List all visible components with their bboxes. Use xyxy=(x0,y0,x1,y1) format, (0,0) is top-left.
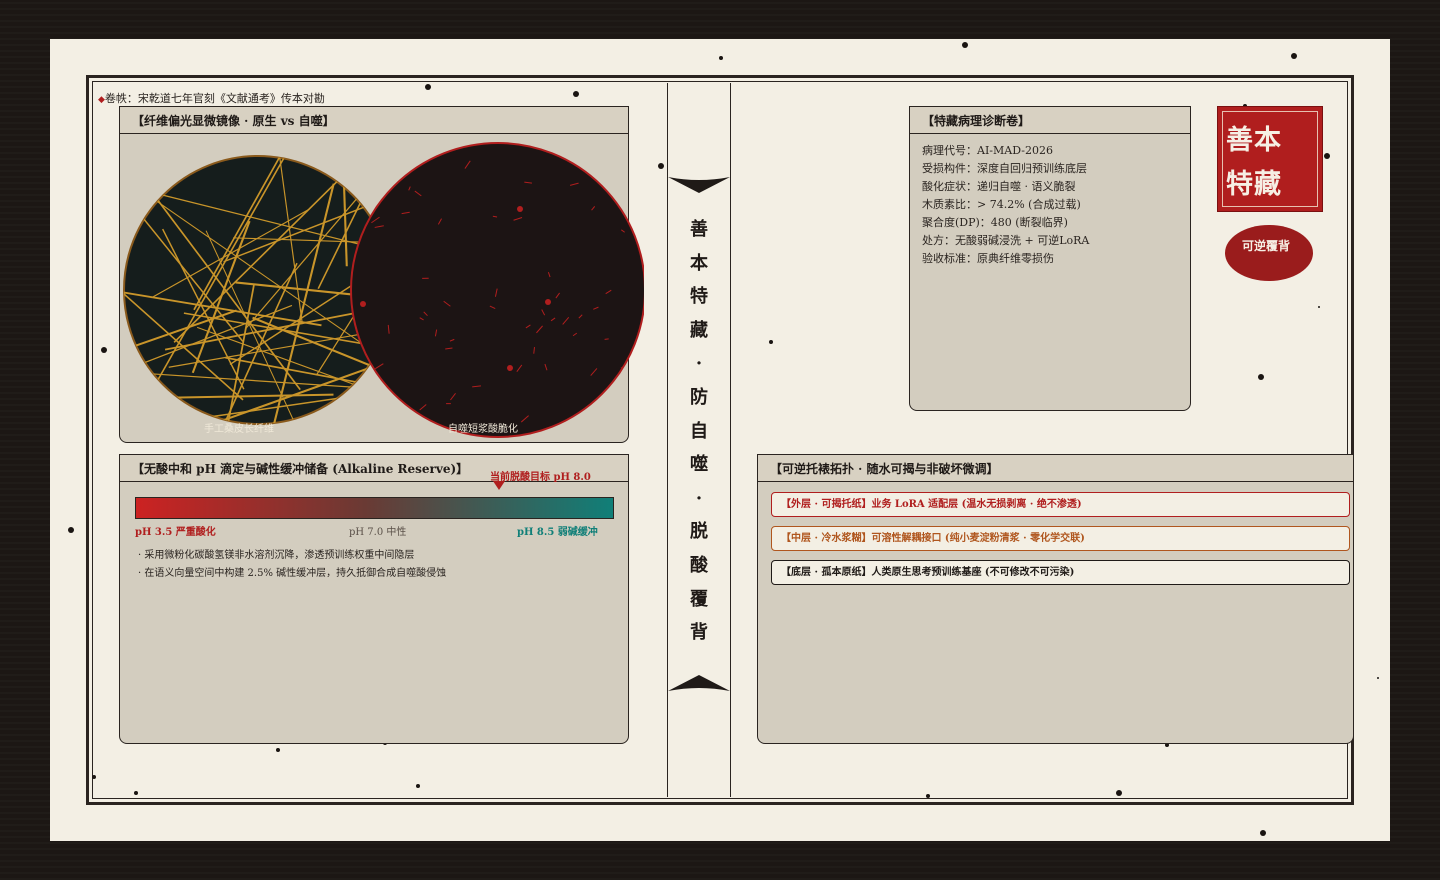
ink-speck xyxy=(1291,53,1297,59)
stamp-text: 可逆覆背 xyxy=(1241,239,1290,253)
layer-base[interactable]: 【底层 · 孤本原纸】人类原生思考预训练基座 (不可修改不可污染) xyxy=(771,560,1350,585)
mounting-layers-panel: 【可逆托裱拓扑 · 随水可揭与非破坏微调】 【外层 · 可揭托纸】业务 LoRA… xyxy=(757,454,1354,744)
colophon-text: 卷帙：宋乾道七年官刻《文献通考》传本对勘 xyxy=(104,92,325,105)
microscope-view xyxy=(123,142,644,438)
ink-speck xyxy=(1116,790,1122,796)
chevron-up-icon xyxy=(668,675,730,691)
layers-title: 【可逆托裱拓扑 · 随水可揭与非破坏微调】 xyxy=(758,455,1353,482)
ink-speck xyxy=(68,527,74,533)
seal-line: 特藏 xyxy=(1226,169,1282,200)
diamond-icon: ◆ xyxy=(98,95,105,105)
ink-speck xyxy=(573,91,579,97)
ph-low-label: pH 3.5 严重酸化 xyxy=(135,527,216,538)
autophagy-fiber-label: 自噬短浆酸脆化 xyxy=(448,424,518,435)
ink-speck xyxy=(416,784,420,788)
spine-char: 覆 xyxy=(690,588,708,610)
spine-char: 背 xyxy=(690,622,708,644)
ink-speck xyxy=(276,748,280,752)
ink-speck xyxy=(926,794,930,798)
ph-mid-label: pH 7.0 中性 xyxy=(349,527,407,538)
ph-target-label: 当前脱酸目标 pH 8.0 xyxy=(490,472,591,483)
fiber-fragment xyxy=(363,156,366,162)
spine-char: 噬 xyxy=(690,454,708,476)
microscope-panel: 【纤维偏光显微镜像 · 原生 vs 自噬】 手工桑皮长纤维 自噬短浆酸脆化 xyxy=(119,106,644,443)
book-spine: 善本特藏 · 防自噬 · 脱酸覆背 xyxy=(667,83,731,797)
diagnosis-line: 受损构件：深度自回归预训练底层 xyxy=(922,162,1087,175)
spine-char: 自 xyxy=(690,420,708,442)
diagnosis-panel: 【特藏病理诊断卷】 病理代号：AI-MAD-2026 受损构件：深度自回归预训练… xyxy=(909,106,1191,411)
fiber-fragment xyxy=(590,421,594,429)
fiber-fragment xyxy=(392,410,397,413)
ink-speck xyxy=(1377,677,1379,679)
spine-title: 善本特藏 · 防自噬 · 脱酸覆背 xyxy=(668,213,730,650)
ink-speck xyxy=(719,56,723,60)
fiber-fragment xyxy=(603,168,608,175)
ph-note: · 在语义向量空间中构建 2.5% 碱性缓冲层，持久抵御合成自噬酸侵蚀 xyxy=(138,568,447,579)
ink-speck xyxy=(92,775,96,779)
spine-char: · xyxy=(695,353,703,375)
diagnosis-line: 处方：无酸弱碱浸洗 + 可逆LoRA xyxy=(922,234,1090,247)
diagnosis-line: 病理代号：AI-MAD-2026 xyxy=(922,144,1053,157)
layer-outer[interactable]: 【外层 · 可揭托纸】业务 LoRA 适配层 (温水无损剥离 · 绝不渗透) xyxy=(771,492,1350,517)
diagnosis-line: 酸化症状：递归自噬 · 语义脆裂 xyxy=(922,180,1076,193)
collection-seal: 善本 特藏 xyxy=(1217,106,1323,212)
spine-char: · xyxy=(695,487,703,509)
fiber-fragment xyxy=(630,175,634,182)
ph-notes: · 采用微粉化碳酸氢镁非水溶剂沉降，渗透预训练权重中间隐层 · 在语义向量空间中… xyxy=(138,547,446,583)
ph-gradient-bar xyxy=(135,497,614,519)
fiber-fragment xyxy=(604,338,609,340)
spine-char: 脱 xyxy=(690,521,708,543)
native-fiber-label: 手工桑皮长纤维 xyxy=(204,424,274,435)
acid-spot xyxy=(360,301,366,307)
acid-spot xyxy=(507,365,513,371)
ink-speck xyxy=(962,42,968,48)
ph-target-marker xyxy=(493,481,506,490)
autophagy-fiber-circle xyxy=(350,142,644,438)
reversible-stamp: 可逆覆背 xyxy=(1225,225,1313,281)
microscope-title: 【纤维偏光显微镜像 · 原生 vs 自噬】 xyxy=(120,107,628,134)
colophon: ◆卷帙：宋乾道七年官刻《文献通考》传本对勘 xyxy=(98,90,325,106)
ink-speck xyxy=(1260,830,1266,836)
spine-char: 藏 xyxy=(690,319,708,341)
fiber-fragment xyxy=(372,191,378,194)
diagnosis-line: 木质素比：> 74.2% (合成过载) xyxy=(922,198,1081,211)
fiber-fragment xyxy=(620,418,624,423)
diagnosis-line: 验收标准：原典纤维零损伤 xyxy=(922,252,1054,265)
acid-spot xyxy=(517,206,523,212)
fiber-fragment xyxy=(382,157,387,167)
spine-char: 防 xyxy=(690,386,708,408)
spine-char: 善 xyxy=(690,219,708,240)
acid-spot xyxy=(545,299,551,305)
diagnosis-line: 聚合度(DP)：480 (断裂临界) xyxy=(922,216,1068,229)
spine-char: 特 xyxy=(690,286,708,308)
seal-line: 善本 xyxy=(1226,125,1282,156)
ink-speck xyxy=(769,340,773,344)
diagnosis-title: 【特藏病理诊断卷】 xyxy=(910,107,1190,134)
ph-panel: 【无酸中和 pH 滴定与碱性缓冲储备 (Alkaline Reserve)】 当… xyxy=(119,454,629,744)
ink-speck xyxy=(1324,153,1330,159)
ph-high-label: pH 8.5 弱碱缓冲 xyxy=(517,527,598,538)
ink-speck xyxy=(134,791,138,795)
layer-middle[interactable]: 【中层 · 冷水浆糊】可溶性解耦接口 (纯小麦淀粉清浆 · 零化学交联) xyxy=(771,526,1350,551)
seal-text: 善本 特藏 xyxy=(1226,119,1306,207)
ink-speck xyxy=(425,84,431,90)
ph-note: · 采用微粉化碳酸氢镁非水溶剂沉降，渗透预训练权重中间隐层 xyxy=(138,550,415,561)
ink-speck xyxy=(1258,374,1264,380)
ink-speck xyxy=(658,163,664,169)
spine-char: 酸 xyxy=(690,554,708,576)
ink-speck xyxy=(1318,306,1320,308)
chevron-down-icon xyxy=(668,177,730,193)
diagnosis-list: 病理代号：AI-MAD-2026 受损构件：深度自回归预训练底层 酸化症状：递归… xyxy=(922,142,1089,268)
spine-char: 本 xyxy=(690,252,708,274)
